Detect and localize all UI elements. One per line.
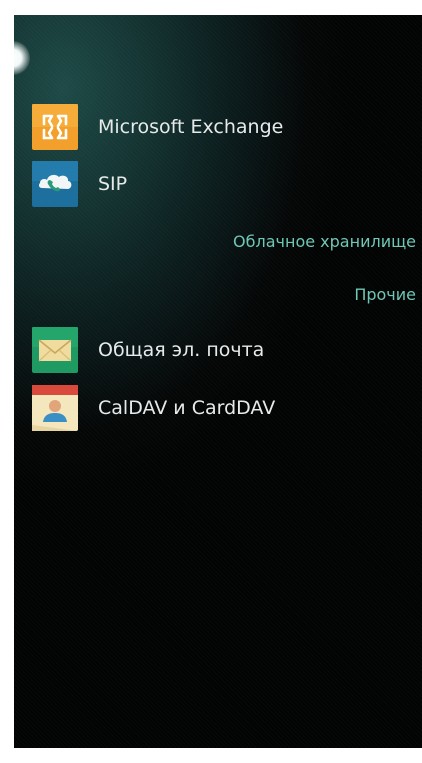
exchange-icon bbox=[32, 104, 78, 150]
sip-phone-cloud-icon bbox=[32, 161, 78, 207]
account-item-general-email[interactable]: Общая эл. почта bbox=[32, 326, 264, 374]
pulley-indicator bbox=[14, 41, 30, 75]
account-item-label: Microsoft Exchange bbox=[98, 116, 284, 138]
account-item-label: SIP bbox=[98, 173, 128, 195]
account-item-microsoft-exchange[interactable]: Microsoft Exchange bbox=[32, 103, 283, 151]
account-item-sip[interactable]: SIP bbox=[32, 160, 127, 208]
account-item-label: CalDAV и CardDAV bbox=[98, 397, 276, 419]
section-header-cloud-storage: Облачное хранилище bbox=[233, 232, 416, 251]
calendar-contact-icon bbox=[32, 385, 78, 431]
account-item-caldav-carddav[interactable]: CalDAV и CardDAV bbox=[32, 384, 275, 432]
account-item-label: Общая эл. почта bbox=[98, 339, 265, 361]
account-type-screen: Microsoft Exchange SIP Облачное хранилищ… bbox=[14, 15, 422, 748]
envelope-icon bbox=[32, 327, 78, 373]
section-header-other: Прочие bbox=[354, 285, 416, 304]
